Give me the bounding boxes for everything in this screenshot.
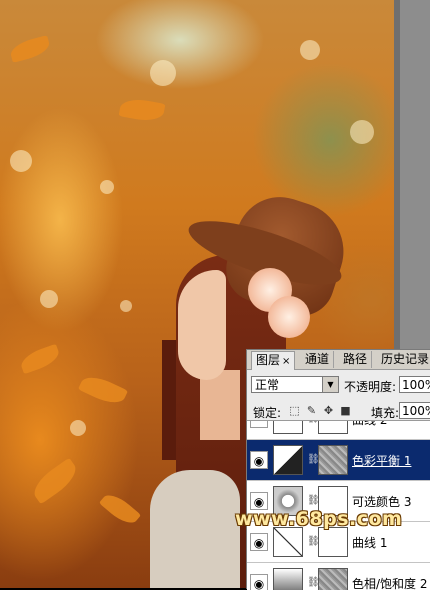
link-icon: ⛓ — [307, 421, 320, 425]
layer-mask-thumbnail — [318, 527, 348, 557]
layer-name: 曲线 1 — [352, 536, 388, 550]
lock-brush-icon[interactable]: ✎ — [306, 405, 317, 416]
tab-label: 通道 — [305, 352, 330, 366]
move-icon[interactable]: ✥ — [323, 405, 334, 416]
tab-paths[interactable]: 路径 — [339, 351, 373, 368]
watermark: www.68ps.com — [235, 508, 403, 530]
tab-label: 图层 — [256, 353, 281, 367]
lock-icon[interactable]: ■ — [340, 405, 351, 416]
blend-row: 正常 ▼ 不透明度: 100% — [247, 374, 430, 396]
link-icon: ⛓ — [307, 577, 320, 588]
tab-label: 路径 — [343, 352, 368, 366]
bokeh — [350, 120, 374, 144]
bokeh — [10, 150, 32, 172]
leaf — [8, 35, 52, 63]
lock-label: 锁定: — [253, 406, 282, 420]
panel-tabs: 图层 × 通道 路径 历史记录 — [247, 350, 430, 370]
layer-row[interactable]: ⛓ 曲线 2 — [247, 420, 430, 440]
leaf — [77, 371, 129, 409]
shoulder — [150, 470, 240, 588]
layer-mask-thumbnail — [318, 445, 348, 475]
visibility-toggle[interactable] — [250, 421, 268, 428]
neck — [200, 370, 240, 440]
link-icon: ⛓ — [307, 536, 320, 547]
layers-panel: 图层× 通道 路径 历史记录 正常 ▼ 不透明度: 100% 锁定: ⬚ ✎ ✥… — [246, 349, 430, 590]
blend-mode-select[interactable]: 正常 ▼ — [251, 376, 339, 393]
hat-flower — [268, 296, 310, 338]
fill-label: 填充: — [371, 406, 400, 420]
bokeh — [150, 60, 176, 86]
tab-layers[interactable]: 图层 × — [251, 351, 296, 370]
leaf — [118, 96, 166, 124]
layer-row[interactable]: ◉ ⛓ 色相/饱和度 2 — [247, 563, 430, 590]
bokeh — [70, 420, 86, 436]
bokeh — [120, 300, 132, 312]
color-balance-icon — [273, 445, 303, 475]
hue-saturation-icon — [273, 568, 303, 590]
layer-name: 曲线 2 — [352, 420, 388, 427]
curves-adjustment-icon — [273, 421, 303, 434]
lock-transparency-icon[interactable]: ⬚ — [289, 405, 300, 416]
tab-channels[interactable]: 通道 — [301, 351, 335, 368]
bokeh — [300, 40, 320, 60]
tab-history[interactable]: 历史记录 — [377, 351, 430, 368]
bokeh — [100, 180, 114, 194]
fill-input[interactable]: 100% — [399, 402, 430, 419]
close-icon[interactable]: × — [282, 356, 290, 367]
link-icon: ⛓ — [307, 454, 320, 465]
blend-mode-value: 正常 — [255, 378, 280, 392]
eye-icon[interactable]: ◉ — [250, 451, 268, 469]
leaf — [18, 343, 62, 375]
layer-row-selected[interactable]: ◉ ⛓ 色彩平衡 1 — [247, 440, 430, 481]
layer-mask-thumbnail — [318, 421, 348, 434]
opacity-label: 不透明度: — [344, 380, 397, 394]
curves-adjustment-icon — [273, 527, 303, 557]
chevron-down-icon[interactable]: ▼ — [322, 377, 338, 392]
layer-mask-thumbnail — [318, 568, 348, 590]
face — [178, 270, 226, 380]
link-icon: ⛓ — [307, 495, 320, 506]
leaf — [98, 489, 142, 529]
layer-name: 色彩平衡 1 — [352, 454, 412, 468]
opacity-input[interactable]: 100% — [399, 376, 430, 393]
tab-label: 历史记录 — [381, 352, 430, 366]
bokeh — [40, 290, 58, 308]
layers-list: ⛓ 曲线 2 ◉ ⛓ 色彩平衡 1 ◉ ⛓ 可选颜色 3 ◉ ⛓ 曲线 1 ◉ — [247, 420, 430, 590]
leaf — [28, 457, 82, 505]
eye-icon[interactable]: ◉ — [250, 533, 268, 551]
lock-row: 锁定: ⬚ ✎ ✥ ■ 填充: 100% — [247, 400, 430, 422]
